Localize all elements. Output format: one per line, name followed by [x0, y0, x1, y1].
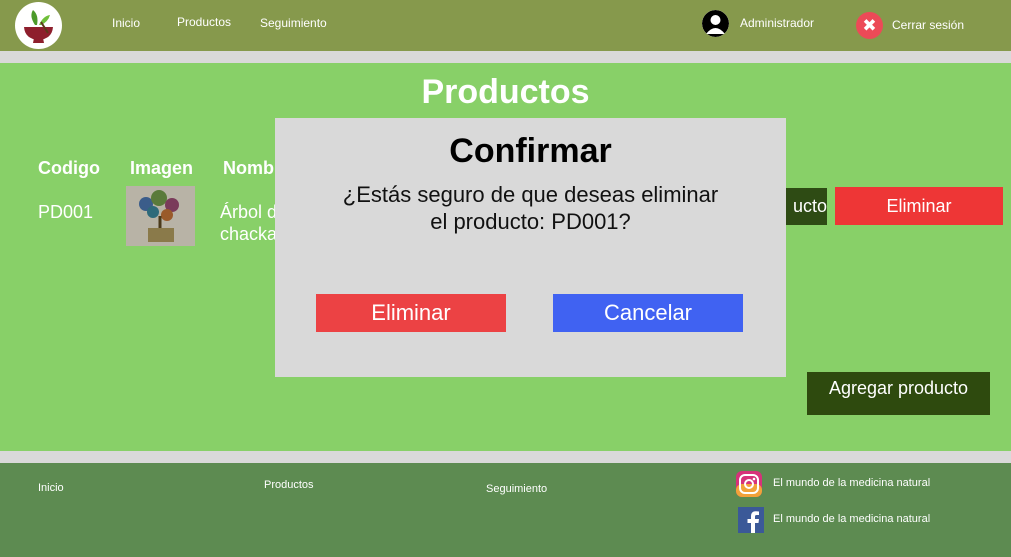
instagram-icon[interactable]	[736, 471, 762, 497]
column-header-nombre: Nomb	[223, 158, 274, 178]
footer: Inicio Productos Seguimiento El mundo de…	[0, 463, 1011, 557]
add-product-button[interactable]: Agregar producto	[807, 372, 990, 415]
footer-link-inicio[interactable]: Inicio	[38, 482, 64, 494]
confirm-dialog: Confirmar ¿Estás seguro de que deseas el…	[275, 118, 786, 377]
product-name-line2: chacka	[220, 224, 278, 244]
nav-seguimiento[interactable]: Seguimiento	[260, 16, 327, 30]
column-header-imagen: Imagen	[130, 158, 194, 178]
close-icon[interactable]: ✖	[856, 12, 883, 39]
facebook-label[interactable]: El mundo de la medicina natural	[773, 513, 930, 525]
user-avatar-icon[interactable]	[702, 10, 729, 37]
delete-product-button[interactable]: Eliminar	[835, 187, 1003, 225]
top-navbar: Inicio Productos Seguimiento Administrad…	[0, 0, 1011, 51]
logo[interactable]	[15, 2, 62, 49]
footer-link-seguimiento[interactable]: Seguimiento	[486, 483, 547, 495]
cancel-button[interactable]: Cancelar	[553, 294, 743, 332]
mortar-herb-icon	[24, 10, 53, 43]
product-name-line1: Árbol d	[220, 202, 278, 222]
instagram-label[interactable]: El mundo de la medicina natural	[773, 477, 930, 489]
user-name[interactable]: Administrador	[740, 16, 814, 30]
dialog-title: Confirmar	[449, 132, 612, 170]
footer-link-productos[interactable]: Productos	[264, 479, 314, 491]
nav-inicio[interactable]: Inicio	[112, 16, 140, 30]
product-image	[126, 186, 195, 246]
product-code: PD001	[38, 202, 94, 222]
confirm-delete-button[interactable]: Eliminar	[316, 294, 506, 332]
facebook-icon[interactable]	[738, 507, 764, 533]
page-title: Productos	[421, 73, 590, 111]
logout-link[interactable]: Cerrar sesión	[892, 18, 964, 32]
nav-productos[interactable]: Productos	[177, 15, 231, 29]
dialog-message: ¿Estás seguro de que deseas eliminar el …	[342, 182, 719, 234]
column-header-codigo: Codigo	[38, 158, 100, 178]
